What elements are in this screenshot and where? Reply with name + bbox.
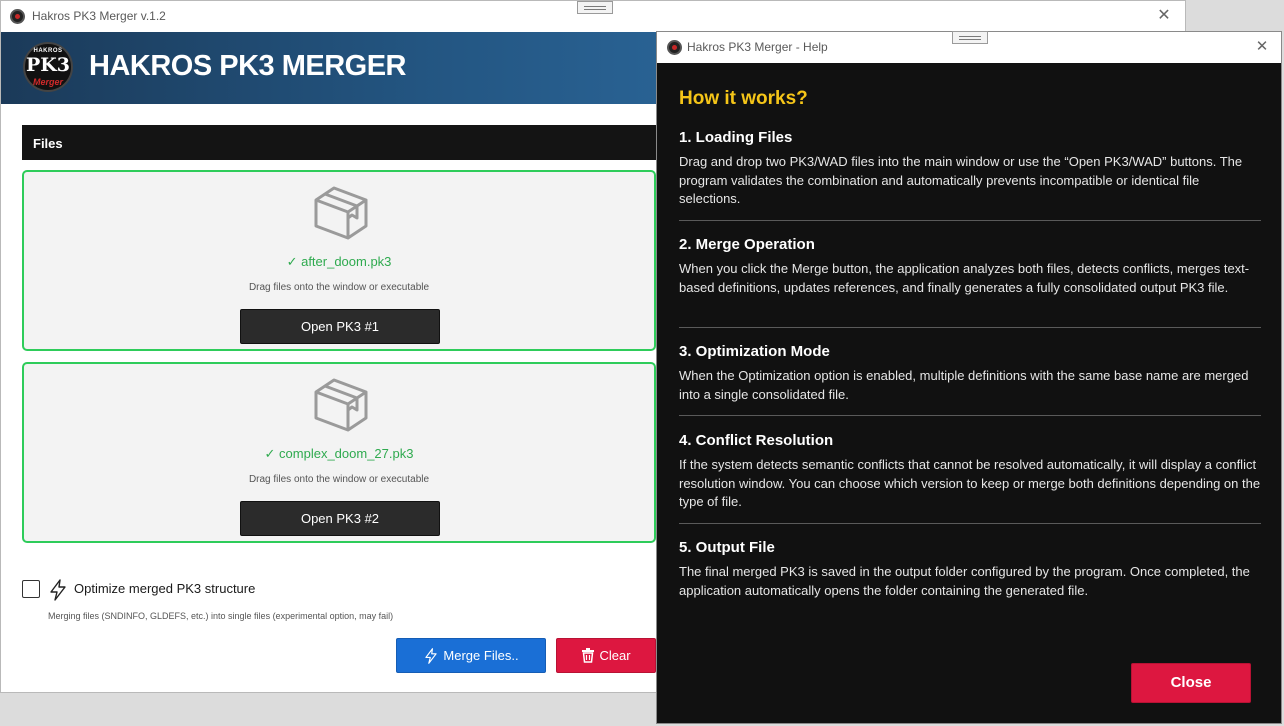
- help-close-button[interactable]: Close: [1131, 663, 1251, 703]
- logo-sub-text: Merger: [32, 77, 63, 87]
- open-pk3-1-button[interactable]: Open PK3 #1: [240, 309, 440, 344]
- window-title: Hakros PK3 Merger v.1.2: [32, 9, 166, 23]
- merge-files-button[interactable]: Merge Files..: [396, 638, 546, 673]
- package-box-icon: [314, 378, 368, 432]
- clear-label: Clear: [599, 648, 631, 663]
- files-section-header: Files: [22, 125, 662, 160]
- drop-zone-2[interactable]: ✓ complex_doom_27.pk3 Drag files onto th…: [22, 362, 656, 543]
- section-body: The final merged PK3 is saved in the out…: [679, 564, 1250, 598]
- section-title: 4. Conflict Resolution: [679, 432, 834, 449]
- banner-title: HAKROS PK3 MERGER: [89, 50, 407, 82]
- help-section-conflict-resolution: 4. Conflict Resolution If the system det…: [679, 432, 1261, 512]
- section-title: 2. Merge Operation: [679, 236, 815, 253]
- app-icon: [667, 40, 682, 55]
- package-box-icon: [314, 186, 368, 240]
- lightning-icon: [50, 579, 66, 601]
- drop-zone-1[interactable]: ✓ after_doom.pk3 Drag files onto the win…: [22, 170, 656, 351]
- trash-icon: [582, 648, 595, 663]
- help-section-optimization-mode: 3. Optimization Mode When the Optimizati…: [679, 343, 1261, 404]
- section-title: 3. Optimization Mode: [679, 343, 830, 360]
- help-section-loading-files: 1. Loading Files Drag and drop two PK3/W…: [679, 129, 1261, 209]
- section-body: If the system detects semantic conflicts…: [679, 457, 1261, 510]
- merge-files-label: Merge Files..: [443, 648, 519, 663]
- logo-main-text: PK3: [25, 54, 71, 76]
- section-body: When you click the Merge button, the app…: [679, 261, 1250, 295]
- section-divider: [679, 220, 1261, 221]
- drop-hint: Drag files onto the window or executable: [248, 282, 430, 293]
- optimize-description: Merging files (SNDINFO, GLDEFS, etc.) in…: [48, 611, 394, 621]
- selected-file-name: ✓ complex_doom_27.pk3: [264, 446, 414, 461]
- help-heading: How it works?: [679, 88, 808, 109]
- selected-file-name: ✓ after_doom.pk3: [286, 254, 392, 269]
- section-body: Drag and drop two PK3/WAD files into the…: [679, 154, 1243, 207]
- section-divider: [679, 327, 1261, 328]
- close-icon[interactable]: ✕: [1153, 5, 1175, 27]
- app-logo: HAKROS PK3 Merger: [23, 42, 73, 92]
- drag-handle-icon[interactable]: [952, 31, 988, 44]
- app-icon: [10, 9, 25, 24]
- section-title: 5. Output File: [679, 539, 775, 556]
- section-body: When the Optimization option is enabled,…: [679, 368, 1249, 402]
- close-icon[interactable]: ✕: [1251, 36, 1273, 58]
- section-divider: [679, 523, 1261, 524]
- drag-handle-icon[interactable]: [577, 1, 613, 14]
- optimize-checkbox[interactable]: [22, 580, 40, 598]
- open-pk3-2-button[interactable]: Open PK3 #2: [240, 501, 440, 536]
- files-header-label: Files: [33, 136, 63, 151]
- help-section-merge-operation: 2. Merge Operation When you click the Me…: [679, 236, 1261, 297]
- optimize-label[interactable]: Optimize merged PK3 structure: [74, 581, 255, 596]
- section-divider: [679, 415, 1261, 416]
- lightning-icon: [425, 647, 438, 664]
- clear-button[interactable]: Clear: [556, 638, 656, 673]
- help-window: Hakros PK3 Merger - Help ✕ How it works?…: [656, 31, 1282, 724]
- app-banner: HAKROS PK3 Merger HAKROS PK3 MERGER: [1, 32, 701, 104]
- help-window-title: Hakros PK3 Merger - Help: [687, 40, 828, 54]
- section-title: 1. Loading Files: [679, 129, 793, 146]
- drop-hint: Drag files onto the window or executable: [248, 474, 430, 485]
- help-section-output-file: 5. Output File The final merged PK3 is s…: [679, 539, 1261, 600]
